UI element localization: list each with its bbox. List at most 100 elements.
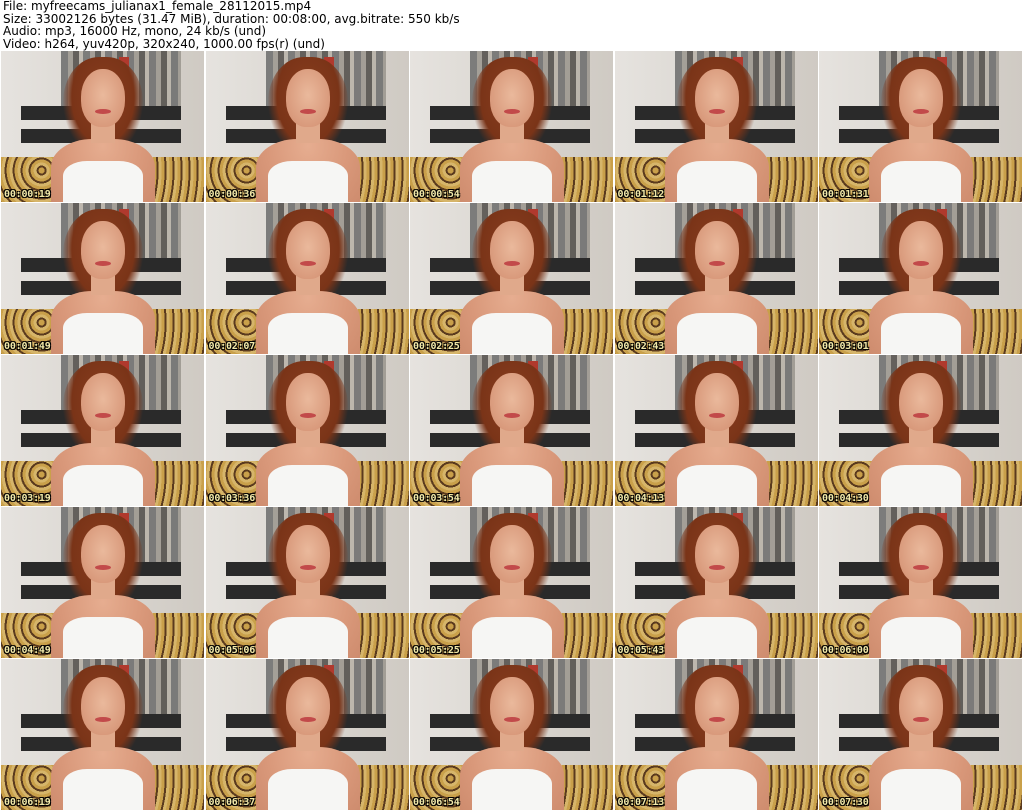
person-lips [504,261,520,266]
frame-timestamp: 00:00:54 [413,189,460,200]
person-lips [504,717,520,722]
white-top [63,313,143,354]
person-face [81,373,125,431]
frame-timestamp: 00:07:13 [617,797,665,808]
white-top [472,769,552,810]
white-top [472,465,552,506]
person-face [490,373,534,431]
frame-timestamp: 00:06:37 [208,797,256,808]
video-frame-thumbnail: 00:04:49 [1,507,204,658]
person-lips [913,413,929,418]
person-lips [299,717,316,722]
audio-info-line: Audio: mp3, 16000 Hz, mono, 24 kb/s (und… [3,24,267,38]
video-frame-thumbnail: 00:05:43 [614,507,818,658]
person-lips [708,109,725,114]
person-lips [913,261,929,266]
person-lips [913,109,929,114]
person-lips [299,261,316,266]
person-lips [913,717,929,722]
person-face [694,373,739,431]
person-face [694,221,739,279]
video-frame-thumbnail: 00:05:06 [205,507,409,658]
white-top [472,161,552,202]
person-lips [299,109,316,114]
frame-timestamp: 00:02:07 [208,341,256,352]
video-frame-thumbnail: 00:05:25 [410,507,613,658]
video-frame-thumbnail: 00:02:07 [205,203,409,354]
video-frame-thumbnail: 00:01:31 [819,51,1022,202]
white-top [267,161,348,202]
white-top [267,465,348,506]
person-face [81,677,125,735]
video-frame-thumbnail: 00:03:01 [819,203,1022,354]
person-lips [95,565,111,570]
file-info-header: File: myfreecams_julianax1_female_281120… [3,0,1021,50]
white-top [881,617,961,658]
video-frame-thumbnail: 00:01:12 [614,51,818,202]
video-frame-thumbnail: 00:04:30 [819,355,1022,506]
person-lips [708,717,725,722]
person-face [899,69,943,127]
video-frame-thumbnail: 00:07:13 [614,659,818,810]
person-face [490,221,534,279]
person-lips [708,261,725,266]
frame-timestamp: 00:05:25 [413,645,460,656]
video-frame-thumbnail: 00:03:19 [1,355,204,506]
video-frame-thumbnail: 00:06:19 [1,659,204,810]
frame-timestamp: 00:05:06 [208,645,256,656]
white-top [881,465,961,506]
white-top [63,617,143,658]
person-lips [95,261,111,266]
white-top [676,465,757,506]
frame-timestamp: 00:04:49 [4,645,51,656]
white-top [472,617,552,658]
video-frame-thumbnail: 00:03:36 [205,355,409,506]
person-lips [299,565,316,570]
video-info-line: Video: h264, yuv420p, 320x240, 1000.00 f… [3,36,325,51]
person-lips [504,413,520,418]
frame-timestamp: 00:01:12 [617,189,665,200]
frame-timestamp: 00:03:01 [822,341,869,352]
video-frame-thumbnail: 00:02:25 [410,203,613,354]
person-face [81,69,125,127]
person-lips [708,413,725,418]
white-top [676,161,757,202]
person-lips [504,565,520,570]
frame-timestamp: 00:01:31 [822,189,869,200]
white-top [267,617,348,658]
frame-timestamp: 00:07:30 [822,797,869,808]
person-face [285,373,330,431]
frame-timestamp: 00:06:00 [822,645,869,656]
white-top [267,769,348,810]
video-frame-thumbnail: 00:07:30 [819,659,1022,810]
frame-timestamp: 00:00:36 [208,189,256,200]
frame-timestamp: 00:04:13 [617,493,665,504]
frame-timestamp: 00:01:49 [4,341,51,352]
video-frame-thumbnail: 00:01:49 [1,203,204,354]
frame-timestamp: 00:03:36 [208,493,256,504]
frame-timestamp: 00:06:19 [4,797,51,808]
person-lips [95,717,111,722]
frame-timestamp: 00:05:43 [617,645,665,656]
frame-timestamp: 00:04:30 [822,493,869,504]
person-face [694,525,739,583]
person-face [899,677,943,735]
person-face [285,69,330,127]
frame-timestamp: 00:02:25 [413,341,460,352]
video-frame-thumbnail: 00:03:54 [410,355,613,506]
white-top [881,313,961,354]
person-lips [913,565,929,570]
white-top [63,769,143,810]
person-lips [95,109,111,114]
white-top [63,161,143,202]
video-frame-thumbnail: 00:02:43 [614,203,818,354]
person-face [694,69,739,127]
person-face [81,221,125,279]
person-face [285,677,330,735]
white-top [676,617,757,658]
video-frame-thumbnail: 00:00:19 [1,51,204,202]
video-frame-thumbnail: 00:00:54 [410,51,613,202]
person-face [285,221,330,279]
person-face [490,677,534,735]
video-frame-thumbnail: 00:00:36 [205,51,409,202]
